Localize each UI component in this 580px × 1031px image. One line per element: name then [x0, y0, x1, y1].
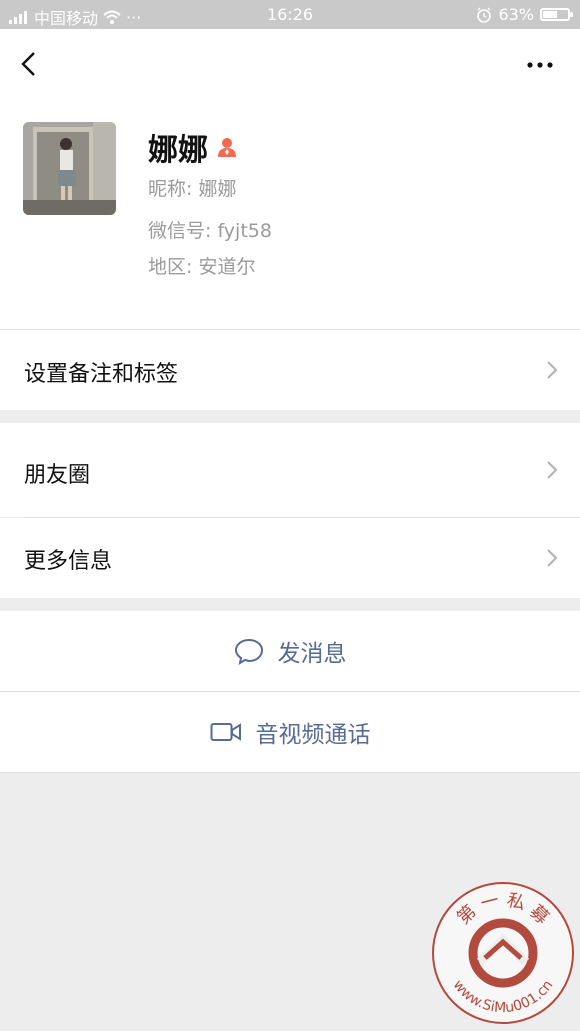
more-info-label: 更多信息 — [24, 549, 113, 574]
watermark-logo: 第 一 私 募 www.SiMu001.cn — [432, 882, 574, 1024]
chat-bubble-icon — [234, 638, 263, 665]
profile-name-row: 娜娜 — [148, 125, 238, 169]
wechat-id-line: 微信号: fyjt58 — [148, 220, 272, 242]
chevron-right-icon — [547, 549, 558, 567]
send-message-label: 发消息 — [277, 641, 347, 667]
status-right: 63% — [476, 5, 573, 24]
nickname-line: 昵称: 娜娜 — [148, 178, 237, 200]
moments-label: 朋友圈 — [24, 463, 91, 488]
chevron-left-icon[interactable] — [16, 49, 46, 79]
battery-fill — [543, 11, 558, 18]
female-person-icon — [218, 138, 236, 157]
alarm-icon — [477, 7, 492, 23]
remark-tags-row[interactable]: 设置备注和标签 — [0, 330, 580, 410]
video-call-label: 音视频通话 — [255, 722, 371, 748]
avatar-photo — [23, 122, 116, 215]
battery-icon — [540, 8, 573, 21]
profile-header: 娜娜 昵称: 娜娜 微信号: fyjt58 地区: 安道尔 — [0, 29, 580, 329]
video-call-content: 音视频通话 — [0, 692, 580, 772]
moments-row[interactable]: 朋友圈 — [0, 423, 580, 517]
more-info-row[interactable]: 更多信息 — [0, 518, 580, 598]
more-dots-icon[interactable] — [526, 61, 554, 69]
chevron-right-icon — [547, 361, 558, 379]
status-bar: 中国移动 ··· 16:26 63% — [0, 0, 580, 29]
send-message-button[interactable]: 发消息 — [0, 611, 580, 691]
video-call-button[interactable]: 音视频通话 — [0, 692, 580, 772]
profile-name: 娜娜 — [148, 133, 208, 168]
avatar[interactable] — [23, 122, 116, 215]
region-line: 地区: 安道尔 — [148, 256, 256, 278]
battery-percent: 63% — [498, 5, 534, 24]
divider — [0, 772, 580, 773]
remark-tags-label: 设置备注和标签 — [24, 362, 179, 387]
send-message-content: 发消息 — [0, 611, 580, 691]
video-camera-icon — [210, 723, 241, 741]
chevron-right-icon — [547, 461, 558, 479]
